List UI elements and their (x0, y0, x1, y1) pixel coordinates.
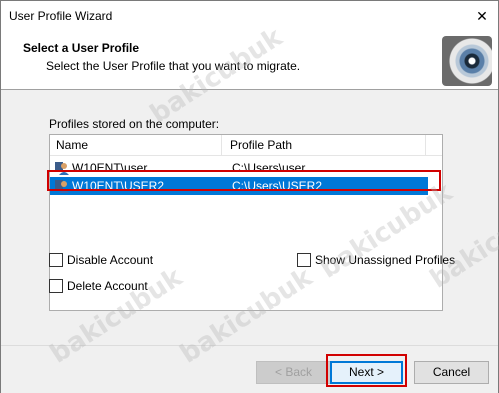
checkbox-box[interactable] (297, 253, 311, 267)
checkbox-box[interactable] (49, 253, 63, 267)
window-title: User Profile Wizard (9, 9, 113, 23)
checkbox-box[interactable] (49, 279, 63, 293)
checkbox-label: Disable Account (67, 253, 154, 267)
profiles-label: Profiles stored on the computer: (49, 117, 220, 131)
page-subtitle: Select the User Profile that you want to… (46, 59, 301, 73)
wizard-footer: < Back Next > Cancel (1, 345, 498, 393)
wizard-header: Select a User Profile Select the User Pr… (1, 31, 498, 90)
cancel-button[interactable]: Cancel (414, 361, 489, 384)
eye-icon (442, 36, 492, 86)
checkbox-label: Show Unassigned Profiles (315, 253, 456, 267)
column-header-profile-path[interactable]: Profile Path (222, 135, 426, 155)
column-header-name[interactable]: Name (50, 135, 222, 155)
highlight-box-selected-row (47, 170, 441, 191)
list-header: Name Profile Path (50, 135, 442, 156)
highlight-box-next-button (326, 354, 407, 387)
title-bar: User Profile Wizard ✕ (1, 1, 498, 31)
delete-account-checkbox[interactable]: Delete Account (49, 279, 148, 293)
close-icon[interactable]: ✕ (470, 5, 494, 27)
checkbox-label: Delete Account (67, 279, 148, 293)
show-unassigned-profiles-checkbox[interactable]: Show Unassigned Profiles (297, 253, 455, 267)
page-title: Select a User Profile (23, 41, 140, 55)
disable-account-checkbox[interactable]: Disable Account (49, 253, 153, 267)
wizard-body: Profiles stored on the computer: Name Pr… (1, 90, 498, 345)
wizard-window: User Profile Wizard ✕ Select a User Prof… (0, 0, 499, 393)
back-button[interactable]: < Back (256, 361, 331, 384)
